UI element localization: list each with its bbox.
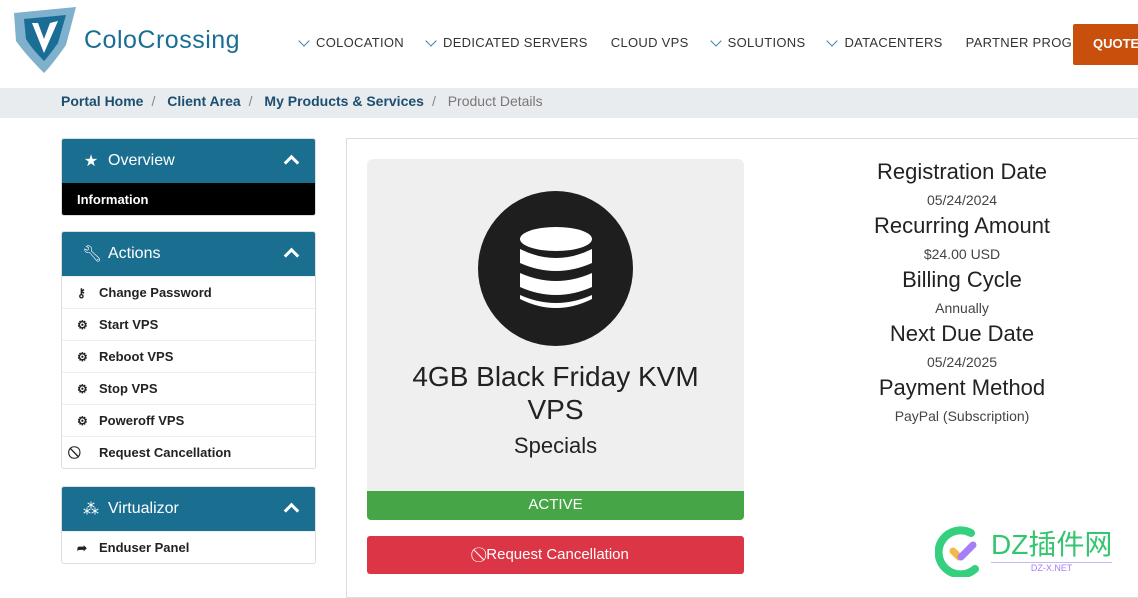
chevron-down-icon xyxy=(709,34,722,47)
product-card: 4GB Black Friday KVM VPS Specials xyxy=(367,159,744,491)
panel-title: Actions xyxy=(108,245,161,262)
chevron-down-icon xyxy=(425,34,437,47)
item-label: Change Password xyxy=(99,285,212,300)
request-cancellation-button[interactable]: ⃠ Request Cancellation xyxy=(367,536,744,574)
item-label: Start VPS xyxy=(99,317,159,332)
next-due-date-value: 05/24/2025 xyxy=(926,354,998,370)
nav-label: DEDICATED SERVERS xyxy=(443,35,588,50)
nav-label: CLOUD VPS xyxy=(610,35,689,50)
breadcrumb-portal-home[interactable]: Portal Home xyxy=(61,93,143,109)
nav-label: COLOCATION xyxy=(316,35,404,50)
watermark-text: DZ插件网 xyxy=(991,528,1113,560)
product-name: 4GB Black Friday KVM VPS xyxy=(412,361,699,425)
header: ColoCrossing COLOCATION DEDICATED SERVER… xyxy=(0,0,1138,88)
next-due-date-label: Next Due Date xyxy=(889,321,1035,346)
overview-header[interactable]: ★ Overview xyxy=(62,139,315,183)
quote-button[interactable]: QUOTE xyxy=(1073,24,1138,65)
brand-name: ColoCrossing xyxy=(84,25,241,54)
wrench-icon: 🔧︎ xyxy=(82,246,103,263)
product-icon-circle xyxy=(478,191,633,346)
breadcrumb-my-products[interactable]: My Products & Services xyxy=(264,93,424,109)
billing-info: Registration Date 05/24/2024 Recurring Am… xyxy=(809,159,1115,429)
item-label: Poweroff VPS xyxy=(99,413,185,428)
sidebar-item-start-vps[interactable]: ⚙ Start VPS xyxy=(62,308,315,340)
breadcrumb-current: Product Details xyxy=(447,93,543,109)
sidebar-item-reboot-vps[interactable]: ⚙ Reboot VPS xyxy=(62,340,315,372)
cogs-icon: ⚙ xyxy=(77,413,88,428)
nav-cloud-vps[interactable]: CLOUD VPS xyxy=(611,35,689,50)
nav-dedicated-servers[interactable]: DEDICATED SERVERS xyxy=(425,34,588,50)
nav-colocation[interactable]: COLOCATION xyxy=(298,34,404,50)
overview-panel: ★ Overview Information xyxy=(61,138,316,216)
breadcrumb-client-area[interactable]: Client Area xyxy=(167,93,240,109)
breadcrumb-separator: / xyxy=(248,93,253,109)
recurring-amount-value: $24.00 USD xyxy=(923,246,1001,262)
item-label: Stop VPS xyxy=(99,381,158,396)
button-label: Request Cancellation xyxy=(486,546,629,563)
watermark-subtext: DZ-X.NET xyxy=(991,561,1113,573)
chevron-up-icon[interactable] xyxy=(283,502,300,519)
nav-label: SOLUTIONS xyxy=(727,35,806,50)
recurring-amount-label: Recurring Amount xyxy=(873,213,1051,238)
chevron-down-icon xyxy=(298,34,310,47)
cubes-icon: ⁂ xyxy=(83,501,99,518)
sidebar-item-request-cancellation[interactable]: ⃠ Request Cancellation xyxy=(62,436,315,468)
payment-method-label: Payment Method xyxy=(878,375,1046,400)
item-label: Request Cancellation xyxy=(99,445,232,460)
actions-header[interactable]: 🔧︎ Actions xyxy=(62,232,315,276)
nav-label: DATACENTERS xyxy=(844,35,943,50)
item-label: Reboot VPS xyxy=(99,349,174,364)
breadcrumb: Portal Home / Client Area / My Products & … xyxy=(0,88,1138,118)
star-icon: ★ xyxy=(83,153,99,170)
ban-icon: ⃠ xyxy=(77,445,95,460)
payment-method-value: PayPal (Subscription) xyxy=(894,408,1030,424)
billing-cycle-value: Annually xyxy=(935,300,989,316)
logo[interactable]: ColoCrossing xyxy=(12,5,240,75)
panel-title: Overview xyxy=(108,152,175,169)
sidebar-item-change-password[interactable]: ⚷ Change Password xyxy=(62,276,315,308)
database-icon xyxy=(519,226,592,308)
panel-title: Virtualizor xyxy=(108,500,179,517)
registration-date-label: Registration Date xyxy=(877,159,1047,184)
watermark: DZ插件网 DZ-X.NET xyxy=(935,525,1113,577)
sidebar-item-information[interactable]: Information xyxy=(62,183,315,215)
sidebar-item-enduser-panel[interactable]: ➦ Enduser Panel xyxy=(62,531,315,563)
item-label: Enduser Panel xyxy=(99,540,190,555)
nav-solutions[interactable]: SOLUTIONS xyxy=(709,34,806,50)
breadcrumb-separator: / xyxy=(151,93,156,109)
registration-date-value: 05/24/2024 xyxy=(926,192,998,208)
sidebar-item-stop-vps[interactable]: ⚙ Stop VPS xyxy=(62,372,315,404)
product-group: Specials xyxy=(513,433,598,458)
chevron-down-icon xyxy=(826,34,839,47)
cogs-icon: ⚙ xyxy=(77,381,88,396)
virtualizor-header[interactable]: ⁂ Virtualizor xyxy=(62,487,315,531)
key-icon: ⚷ xyxy=(77,285,86,300)
breadcrumb-separator: / xyxy=(431,93,436,109)
share-icon: ➦ xyxy=(77,540,88,555)
virtualizor-panel: ⁂ Virtualizor ➦ Enduser Panel xyxy=(61,486,316,564)
status-badge: ACTIVE xyxy=(367,491,744,520)
nav-datacenters[interactable]: DATACENTERS xyxy=(826,34,943,50)
chevron-up-icon[interactable] xyxy=(283,154,300,171)
billing-cycle-label: Billing Cycle xyxy=(902,267,1022,292)
cogs-icon: ⚙ xyxy=(77,317,88,332)
actions-panel: 🔧︎ Actions ⚷ Change Password ⚙ Start VPS ⚙ R… xyxy=(61,231,316,469)
sidebar-item-poweroff-vps[interactable]: ⚙ Poweroff VPS xyxy=(62,404,315,436)
shield-logo-icon xyxy=(14,7,76,73)
main-nav: COLOCATION DEDICATED SERVERS CLOUD VPS S… xyxy=(298,34,1125,50)
cogs-icon: ⚙ xyxy=(77,349,88,364)
watermark-logo-icon xyxy=(935,526,979,577)
chevron-up-icon[interactable] xyxy=(283,247,300,264)
